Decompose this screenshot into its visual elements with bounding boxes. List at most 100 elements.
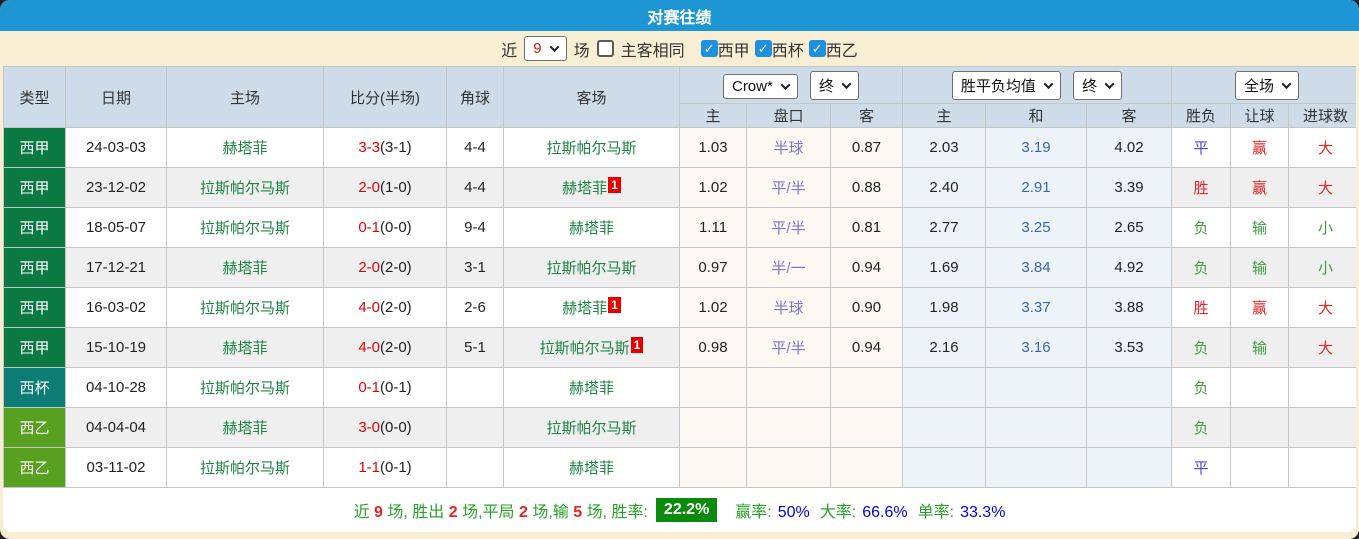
home-team[interactable]: 赫塔菲 [166, 327, 324, 368]
league-badge: 西乙 [3, 447, 66, 488]
league-badge: 西乙 [3, 407, 66, 448]
avg-home: 2.03 [902, 127, 986, 168]
col-header-goals-result: 进球数 [1287, 103, 1356, 128]
table-row: 西甲 23-12-02 拉斯帕尔马斯 2-0(1-0) 4-4 赫塔菲 1 1.0… [3, 167, 1356, 208]
result-outcome: 负 [1171, 247, 1231, 288]
odds-home [679, 407, 747, 448]
odds-handicap: 半/一 [746, 247, 831, 288]
match-score: 2-0(2-0) [323, 247, 447, 288]
odds-away: 0.81 [830, 207, 903, 248]
odds-group-header: Crow* 终 [679, 66, 903, 104]
odds-away: 0.87 [830, 127, 903, 168]
odds-away [830, 407, 903, 448]
result-outcome: 胜 [1171, 167, 1231, 208]
match-count-select[interactable]: 9 [524, 36, 567, 61]
away-team[interactable]: 拉斯帕尔马斯 [503, 247, 680, 288]
match-score: 3-0(0-0) [323, 407, 447, 448]
result-handicap: 赢 [1230, 287, 1289, 328]
avg-type-select[interactable]: 胜平负均值 [951, 70, 1061, 100]
home-team[interactable]: 赫塔菲 [166, 407, 324, 448]
league-checkbox-laliga[interactable]: ✓ [700, 40, 718, 57]
away-team[interactable]: 赫塔菲 [503, 207, 680, 248]
odds-home: 1.02 [679, 287, 747, 328]
avg-type-select-value: 胜平负均值 [960, 77, 1036, 95]
odds-home: 1.02 [679, 167, 747, 208]
away-team[interactable]: 赫塔菲 [503, 447, 680, 488]
match-score: 0-1(0-1) [323, 367, 447, 408]
fulltime-score: 0-1 [358, 219, 380, 236]
league-badge: 西甲 [3, 127, 66, 168]
avg-draw [985, 367, 1087, 408]
result-goals: 小 [1287, 247, 1356, 288]
col-header-odds-home: 主 [679, 103, 747, 128]
corner-score [446, 367, 504, 408]
col-header-odds-away: 客 [830, 103, 903, 128]
stat-label: 大率: [819, 504, 857, 521]
summary-bar: 近 9 场, 胜出 2 场,平局 2 场,输 5 场, 胜率: 22.2% 赢率… [3, 488, 1356, 532]
result-goals: 大 [1287, 287, 1356, 328]
same-venue-checkbox[interactable] [596, 40, 614, 57]
odds-time-select[interactable]: 终 [810, 70, 860, 100]
avg-time-select[interactable]: 终 [1073, 70, 1123, 100]
result-goals: 小 [1287, 207, 1356, 248]
halftime-score: (2-0) [380, 339, 412, 356]
away-team[interactable]: 拉斯帕尔马斯 [503, 407, 680, 448]
match-score: 3-3(3-1) [323, 127, 447, 168]
chevron-down-icon [1043, 78, 1054, 89]
odds-away: 0.88 [830, 167, 903, 208]
stat-value: 33.3% [960, 504, 1006, 521]
away-team[interactable]: 赫塔菲 1 [503, 167, 680, 208]
league-checkbox-segunda[interactable]: ✓ [808, 40, 826, 57]
home-team[interactable]: 赫塔菲 [166, 127, 324, 168]
avg-home: 1.69 [902, 247, 986, 288]
stat-value: 66.6% [862, 504, 908, 521]
league-checkbox-copa[interactable]: ✓ [754, 40, 772, 57]
corner-score: 5-1 [446, 327, 504, 368]
avg-home: 2.16 [902, 327, 986, 368]
avg-draw: 3.25 [985, 207, 1087, 248]
col-header-avg-away: 客 [1086, 103, 1172, 128]
avg-home [902, 447, 986, 488]
avg-away: 4.02 [1086, 127, 1172, 168]
league-filter-group: ✓ 西甲 ✓ 西杯 ✓ 西乙 [696, 37, 858, 61]
home-team[interactable]: 赫塔菲 [166, 247, 324, 288]
chevron-down-icon [1104, 78, 1115, 89]
avg-draw: 3.84 [985, 247, 1087, 288]
bookmaker-select[interactable]: Crow* [722, 73, 798, 99]
table-row: 西乙 03-11-02 拉斯帕尔马斯 1-1(0-1) 赫塔菲 平 [3, 447, 1356, 488]
home-team[interactable]: 拉斯帕尔马斯 [166, 447, 324, 488]
avg-time-select-value: 终 [1082, 77, 1098, 95]
away-team[interactable]: 赫塔菲 [503, 367, 680, 408]
red-card-badge: 1 [608, 297, 621, 313]
result-handicap [1230, 407, 1289, 448]
corner-score [446, 447, 504, 488]
period-select[interactable]: 全场 [1235, 70, 1300, 100]
league-label-segunda: 西乙 [825, 42, 858, 60]
home-team[interactable]: 拉斯帕尔马斯 [166, 287, 324, 328]
summary-stats: 赢率: 50% 大率: 66.6% 单率: 33.3% [725, 498, 1005, 522]
match-count-value: 9 [533, 40, 542, 57]
league-badge: 西甲 [3, 327, 66, 368]
result-outcome: 负 [1171, 407, 1231, 448]
near-label: 近 [501, 42, 518, 60]
home-team[interactable]: 拉斯帕尔马斯 [166, 367, 324, 408]
home-team[interactable]: 拉斯帕尔马斯 [166, 167, 324, 208]
avg-draw: 3.37 [985, 287, 1087, 328]
corner-score: 2-6 [446, 287, 504, 328]
h2h-table: 类型 日期 主场 比分(半场) 角球 客场 Crow* 终 胜平负均值 终 全场… [3, 66, 1356, 488]
home-team[interactable]: 拉斯帕尔马斯 [166, 207, 324, 248]
result-handicap: 输 [1230, 327, 1289, 368]
away-team[interactable]: 拉斯帕尔马斯 [503, 127, 680, 168]
result-goals [1287, 447, 1356, 488]
away-team[interactable]: 拉斯帕尔马斯 1 [503, 327, 680, 368]
halftime-score: (0-0) [380, 219, 412, 236]
result-goals: 大 [1287, 127, 1356, 168]
away-team[interactable]: 赫塔菲 1 [503, 287, 680, 328]
fulltime-score: 4-0 [358, 299, 380, 316]
period-select-value: 全场 [1244, 77, 1275, 95]
avg-home: 1.98 [902, 287, 986, 328]
avg-draw [985, 447, 1087, 488]
matches-label: 场 [573, 42, 590, 60]
match-date: 17-12-21 [65, 247, 167, 288]
avg-draw [985, 407, 1087, 448]
